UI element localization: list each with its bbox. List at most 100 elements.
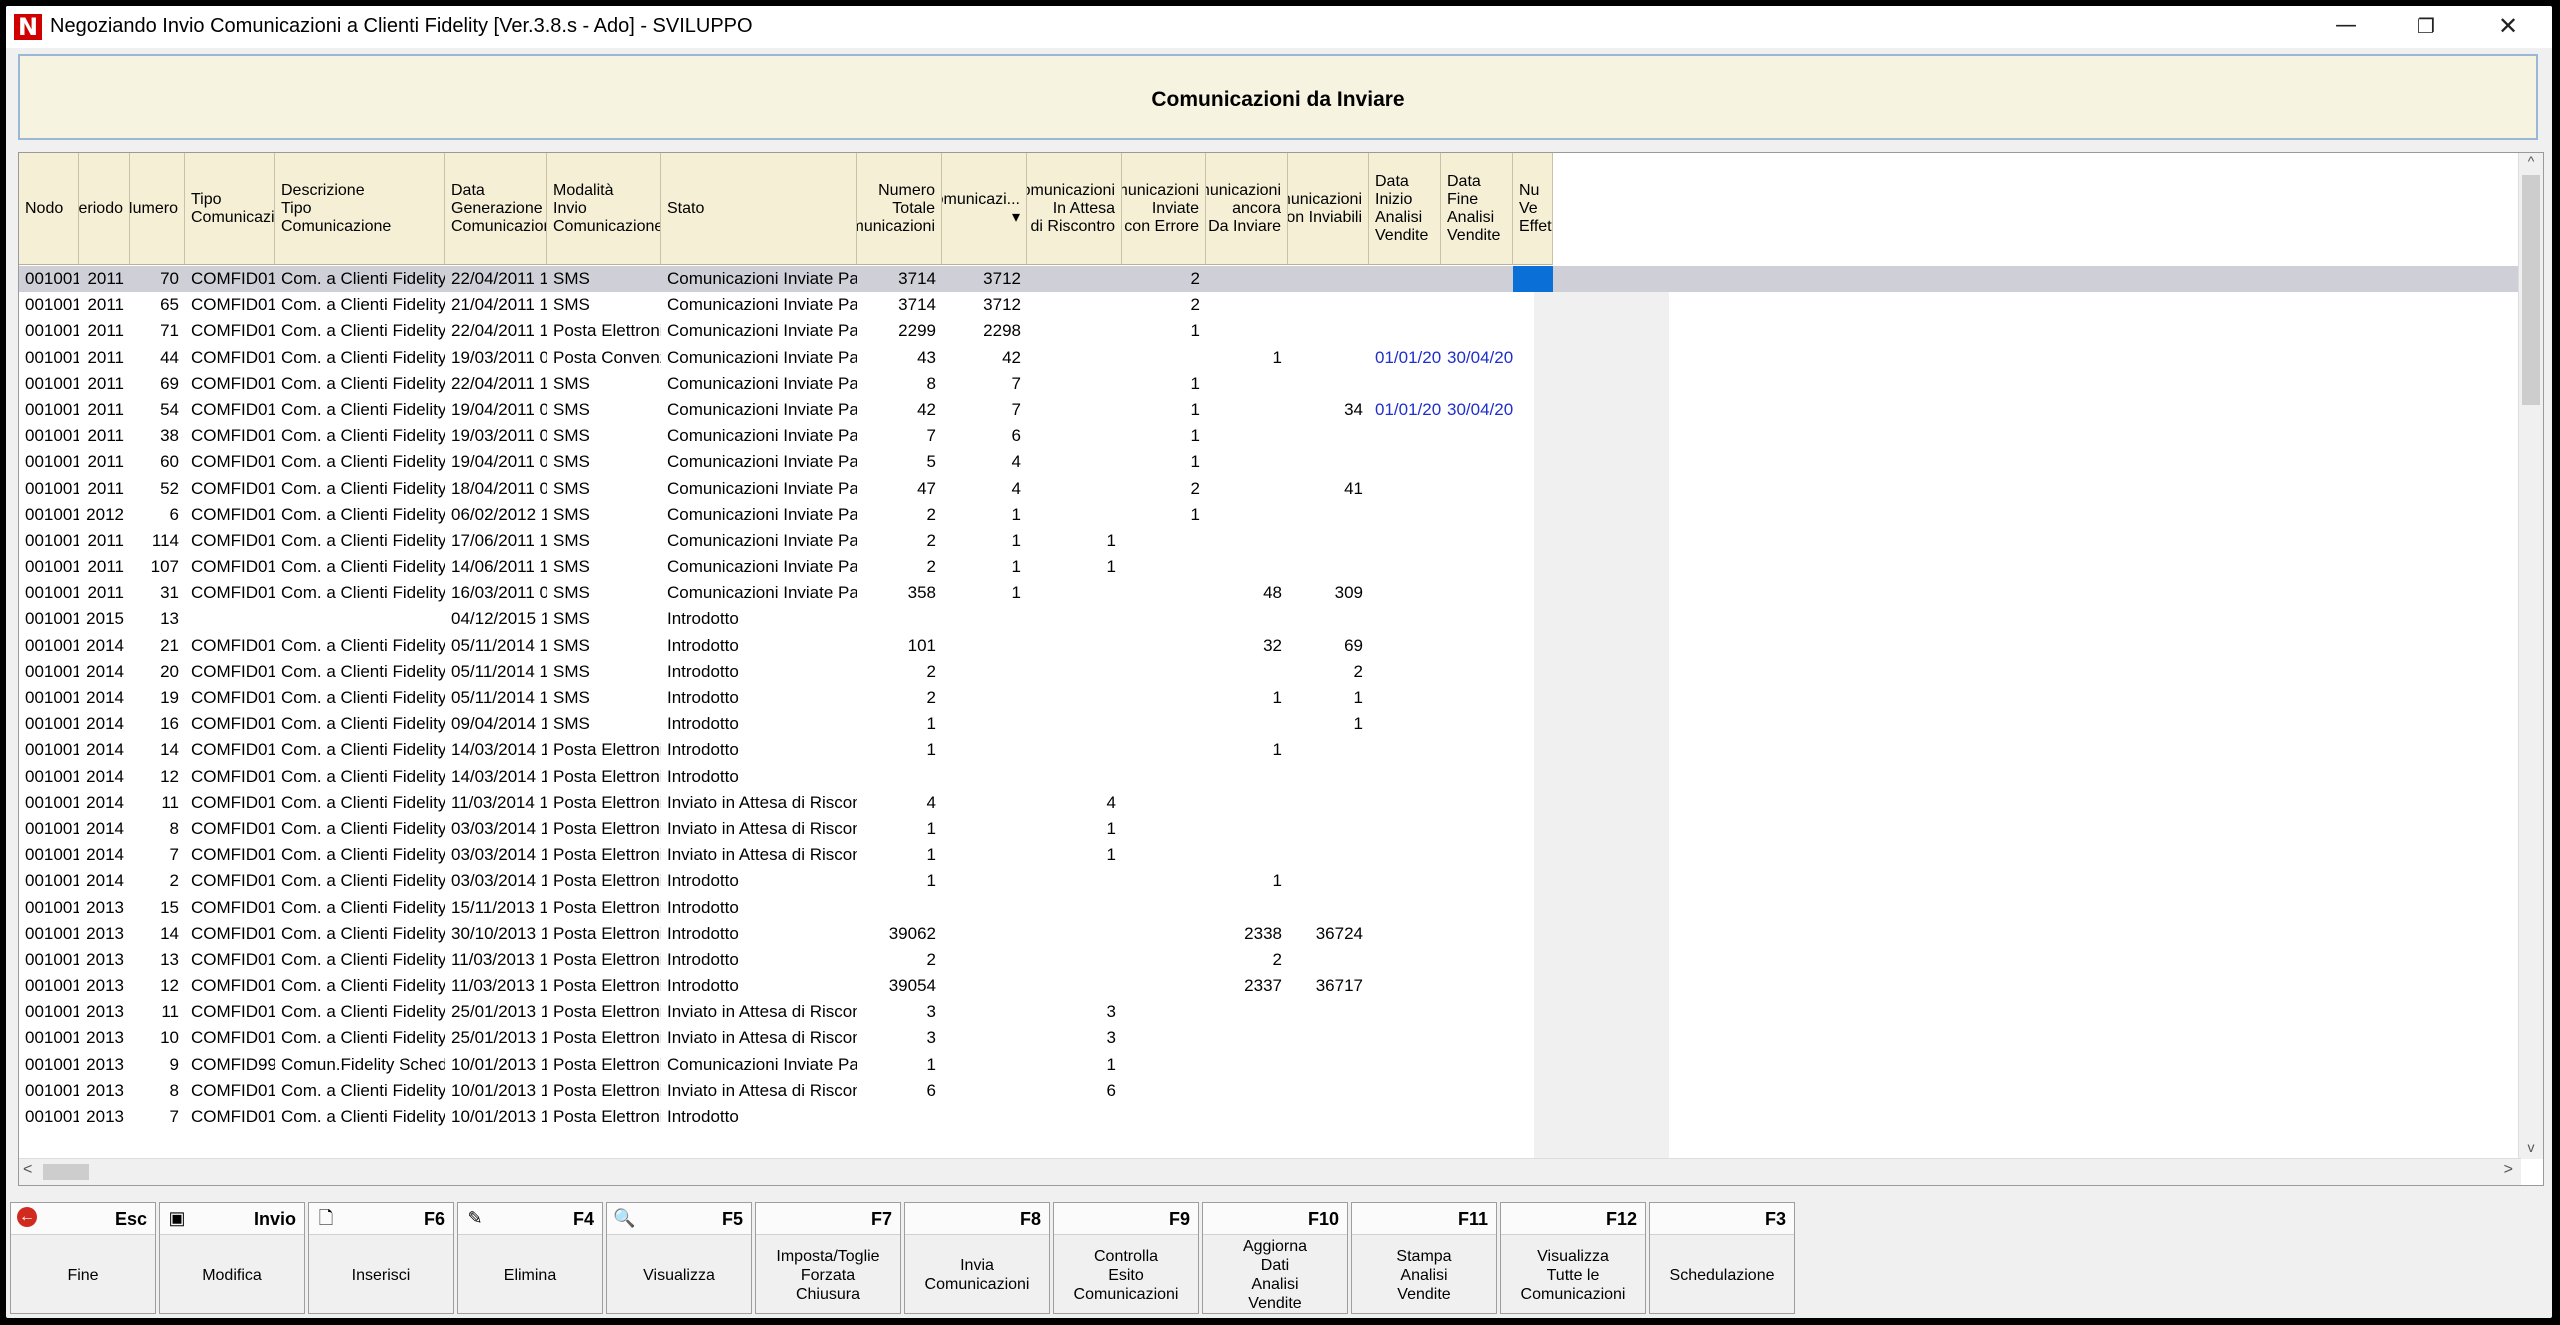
table-row[interactable]: 00100100 2014 19 COMFID01 Com. a Clienti Fid…: [19, 685, 2519, 711]
table-row[interactable]: 00100100 2014 11 COMFID01 Com. a Clienti Fid…: [19, 790, 2519, 816]
table-row[interactable]: 00100100 2014 8 COMFID01 Com. a Clienti Fide…: [19, 816, 2519, 842]
cell-stato: Comunicazioni Inviate Parzialmente: [667, 426, 857, 446]
table-row[interactable]: 00100100 2014 20 COMFID01 Com. a Clienti Fid…: [19, 659, 2519, 685]
column-header-stato[interactable]: Stato: [661, 153, 857, 265]
column-header-inviate[interactable]: Comunicazi... ▾: [942, 153, 1027, 265]
cell-numero: 8: [169, 1080, 179, 1100]
table-row[interactable]: 00100100 2011 52 COMFID01 Com. a Clienti Fid…: [19, 476, 2519, 502]
column-header-modalita[interactable]: Modalità Invio Comunicazione: [547, 153, 661, 265]
column-header-in-attesa[interactable]: Comunicazioni In Attesa di Riscontro: [1027, 153, 1122, 265]
fkey-invio-button[interactable]: ▣ Invio Modifica: [159, 1202, 305, 1314]
table-row[interactable]: 00100100 2013 15 COMFID01 Com. a Clienti Fid…: [19, 895, 2519, 921]
table-row[interactable]: 00100100 2011 31 COMFID01 Com. a Clienti Fid…: [19, 580, 2519, 606]
scroll-up-icon[interactable]: ^: [2519, 153, 2543, 173]
fkey-f12-button[interactable]: F12 Visualizza Tutte le Comunicazioni: [1500, 1202, 1646, 1314]
table-row[interactable]: 00100100 2013 8 COMFID01 Com. a Clienti Fide…: [19, 1078, 2519, 1104]
communications-grid[interactable]: NodoPeriodoNumeroTipo ComunicazioneDescr…: [18, 152, 2544, 1186]
column-header-totale[interactable]: Numero Totale Comunicazioni: [857, 153, 942, 265]
cell-data-inizio: [1369, 973, 1441, 999]
cell-stato: Introdotto: [667, 688, 739, 707]
maximize-button[interactable]: ❐: [2386, 6, 2466, 48]
cell-data-fine: 30/04/2011: [1447, 399, 1513, 419]
cell-data-inizio: [1369, 737, 1441, 763]
table-row[interactable]: 00100100 2012 6 COMFID01 Com. a Clienti Fide…: [19, 502, 2519, 528]
table-row[interactable]: 00100100 2014 12 COMFID01 Com. a Clienti Fid…: [19, 764, 2519, 790]
cell-nodo: 00100100: [25, 609, 79, 629]
minimize-button[interactable]: —: [2306, 6, 2386, 48]
cell-vendite-effettuate: [1513, 895, 1553, 921]
close-button[interactable]: ✕: [2468, 6, 2548, 48]
scroll-left-icon[interactable]: <: [23, 1161, 32, 1179]
column-header-da-inviare[interactable]: Comunicazioni ancora Da Inviare: [1206, 153, 1288, 265]
table-row[interactable]: 00100100 2014 14 COMFID01 Com. a Clienti Fid…: [19, 737, 2519, 763]
cell-inviate: [942, 633, 1027, 659]
table-row[interactable]: 00100100 2014 21 COMFID01 Com. a Clienti Fid…: [19, 633, 2519, 659]
cell-tipo: COMFID01: [191, 583, 275, 603]
cell-da-inviare: 2338: [1244, 923, 1282, 943]
table-row[interactable]: 00100100 2013 7 COMFID01 Com. a Clienti Fide…: [19, 1104, 2519, 1130]
column-header-periodo[interactable]: Periodo: [79, 153, 130, 265]
table-row[interactable]: 00100100 2011 107 COMFID01 Com. a Clienti Fi…: [19, 554, 2519, 580]
column-header-data-inizio[interactable]: Data Inizio Analisi Vendite: [1369, 153, 1441, 265]
table-row[interactable]: 00100100 2013 12 COMFID01 Com. a Clienti Fid…: [19, 973, 2519, 999]
column-header-con-errore[interactable]: Comunicazioni Inviate con Errore: [1122, 153, 1206, 265]
cell-inviate: [942, 921, 1027, 947]
cell-periodo: 2014: [86, 845, 124, 865]
fkey-esc-button[interactable]: ← Esc Fine: [10, 1202, 156, 1314]
table-row[interactable]: 00100100 2011 71 COMFID01 Com. a Clienti Fid…: [19, 318, 2519, 344]
fkey-f11-button[interactable]: F11 Stampa Analisi Vendite: [1351, 1202, 1497, 1314]
table-row[interactable]: 00100100 2011 60 COMFID01 Com. a Clienti Fid…: [19, 449, 2519, 475]
horizontal-scrollbar[interactable]: < >: [19, 1158, 2521, 1185]
vertical-scrollbar[interactable]: ^ v: [2518, 153, 2543, 1159]
table-row[interactable]: 00100100 2011 114 COMFID01 Com. a Clienti Fi…: [19, 528, 2519, 554]
fkey-top: F7: [756, 1203, 900, 1235]
column-header-non-inviabili[interactable]: Comunicazioni Non Inviabili: [1288, 153, 1369, 265]
horizontal-scroll-thumb[interactable]: [43, 1164, 89, 1180]
table-row[interactable]: 00100100 2013 14 COMFID01 Com. a Clienti Fid…: [19, 921, 2519, 947]
column-header-data-fine[interactable]: Data Fine Analisi Vendite: [1441, 153, 1513, 265]
fkey-f10-button[interactable]: F10 Aggiorna Dati Analisi Vendite: [1202, 1202, 1348, 1314]
table-row[interactable]: 00100100 2011 65 COMFID01 Com. a Clienti Fid…: [19, 292, 2519, 318]
table-row[interactable]: 00100100 2011 44 COMFID01 Com. a Clienti Fid…: [19, 345, 2519, 371]
cell-periodo: 2014: [86, 871, 124, 891]
table-row[interactable]: 00100100 2011 54 COMFID01 Com. a Clienti Fid…: [19, 397, 2519, 423]
table-row[interactable]: 00100100 2015 13 04/12/2015 13:29 SMS Introdo…: [19, 606, 2519, 632]
vertical-scroll-thumb[interactable]: [2522, 175, 2540, 405]
scroll-right-icon[interactable]: >: [2504, 1161, 2513, 1179]
column-header-vendite-effettuate[interactable]: Nu Ve Effett: [1513, 153, 1553, 265]
cell-numero: 6: [169, 504, 179, 524]
table-row[interactable]: 00100100 2011 70 COMFID01 Com. a Clienti Fid…: [19, 266, 2519, 293]
fkey-f6-button[interactable]: 🗋 F6 Inserisci: [308, 1202, 454, 1314]
fkey-f4-button[interactable]: ✎ F4 Elimina: [457, 1202, 603, 1314]
cell-in-attesa: [1027, 397, 1122, 423]
fkey-f3-button[interactable]: F3 Schedulazione: [1649, 1202, 1795, 1314]
cell-con-errore: [1122, 790, 1206, 816]
cell-modalita: SMS: [553, 269, 590, 288]
cell-stato: Comunicazioni Inviate Parzialmente: [667, 1054, 857, 1074]
fkey-f5-button[interactable]: 🔍 F5 Visualizza: [606, 1202, 752, 1314]
cell-nodo: 00100100: [25, 373, 79, 393]
table-row[interactable]: 00100100 2011 38 COMFID01 Com. a Clienti Fid…: [19, 423, 2519, 449]
fkey-f7-button[interactable]: F7 Imposta/Toglie Forzata Chiusura: [755, 1202, 901, 1314]
fkey-f9-button[interactable]: F9 Controlla Esito Comunicazioni: [1053, 1202, 1199, 1314]
cell-da-inviare: [1206, 476, 1288, 502]
column-header-data-generazione[interactable]: Data Generazione Comunicazione: [445, 153, 547, 265]
cell-modalita: Posta Convenzionale: [553, 347, 661, 367]
column-header-descrizione[interactable]: Descrizione Tipo Comunicazione: [275, 153, 445, 265]
column-header-nodo[interactable]: Nodo: [19, 153, 79, 265]
header-panel: Comunicazioni da Inviare: [18, 54, 2538, 140]
table-row[interactable]: 00100100 2014 2 COMFID01 Com. a Clienti Fide…: [19, 868, 2519, 894]
cell-stato: Comunicazioni Inviate Parzialmente: [667, 269, 857, 288]
fkey-f8-button[interactable]: F8 Invia Comunicazioni: [904, 1202, 1050, 1314]
table-row[interactable]: 00100100 2014 7 COMFID01 Com. a Clienti Fide…: [19, 842, 2519, 868]
table-row[interactable]: 00100100 2013 10 COMFID01 Com. a Clienti Fid…: [19, 1025, 2519, 1051]
table-row[interactable]: 00100100 2011 69 COMFID01 Com. a Clienti Fid…: [19, 371, 2519, 397]
title-bar[interactable]: N Negoziando Invio Comunicazioni a Clien…: [6, 6, 2552, 48]
table-row[interactable]: 00100100 2013 11 COMFID01 Com. a Clienti Fid…: [19, 999, 2519, 1025]
scroll-down-icon[interactable]: v: [2519, 1139, 2543, 1159]
table-row[interactable]: 00100100 2013 13 COMFID01 Com. a Clienti Fid…: [19, 947, 2519, 973]
table-row[interactable]: 00100100 2013 9 COMFID99 Comun.Fidelity Sche…: [19, 1052, 2519, 1078]
column-header-numero[interactable]: Numero: [130, 153, 185, 265]
table-row[interactable]: 00100100 2014 16 COMFID01 Com. a Clienti Fid…: [19, 711, 2519, 737]
column-header-tipo[interactable]: Tipo Comunicazione: [185, 153, 275, 265]
